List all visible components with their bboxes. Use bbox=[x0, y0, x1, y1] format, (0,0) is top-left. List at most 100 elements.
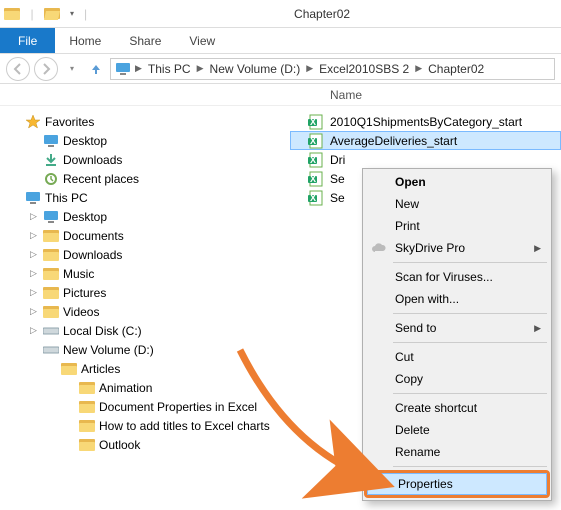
folder-icon bbox=[43, 266, 59, 282]
ctx-separator bbox=[393, 466, 547, 467]
nav-item-label: Pictures bbox=[63, 286, 106, 300]
expand-icon[interactable]: ▷ bbox=[28, 287, 39, 298]
nav-item-label: Recent places bbox=[63, 172, 139, 186]
computer-icon bbox=[25, 190, 41, 206]
ctx-scan[interactable]: Scan for Viruses... bbox=[365, 266, 549, 288]
ctx-separator bbox=[393, 342, 547, 343]
ctx-create-shortcut[interactable]: Create shortcut bbox=[365, 397, 549, 419]
ctx-label: SkyDrive Pro bbox=[395, 241, 465, 255]
ctx-properties[interactable]: Properties bbox=[367, 473, 547, 495]
file-label: Dri bbox=[330, 153, 345, 167]
title-bar: | ▾ | Chapter02 bbox=[0, 0, 561, 28]
annotation-highlight: Properties bbox=[364, 470, 550, 498]
nav-item-label: Articles bbox=[81, 362, 120, 376]
address-bar[interactable]: ▶ This PC ▶ New Volume (D:) ▶ Excel2010S… bbox=[110, 58, 555, 80]
nav-videos[interactable]: ▷Videos bbox=[28, 302, 282, 321]
tab-view[interactable]: View bbox=[175, 28, 229, 53]
drive-icon bbox=[43, 342, 59, 358]
nav-downloads[interactable]: Downloads bbox=[28, 150, 282, 169]
ctx-open[interactable]: Open bbox=[365, 171, 549, 193]
computer-icon bbox=[115, 62, 131, 76]
folder-icon bbox=[43, 247, 59, 263]
nav-music[interactable]: ▷Music bbox=[28, 264, 282, 283]
nav-item-label: Local Disk (C:) bbox=[63, 324, 142, 338]
chevron-right-icon[interactable]: ▶ bbox=[133, 63, 144, 74]
nav-documents[interactable]: ▷Documents bbox=[28, 226, 282, 245]
tab-share[interactable]: Share bbox=[115, 28, 175, 53]
file-item-selected[interactable]: X AverageDeliveries_start bbox=[290, 131, 561, 150]
nav-item-label: Outlook bbox=[99, 438, 140, 452]
forward-button[interactable] bbox=[34, 57, 58, 81]
file-item[interactable]: X Dri bbox=[290, 150, 561, 169]
breadcrumb-item[interactable]: New Volume (D:) bbox=[208, 62, 303, 76]
recent-locations-button[interactable]: ▾ bbox=[62, 59, 82, 79]
excel-file-icon: X bbox=[308, 152, 324, 168]
nav-folder-animation[interactable]: Animation bbox=[64, 378, 282, 397]
desktop-icon bbox=[43, 209, 59, 225]
favorites-root[interactable]: Favorites bbox=[10, 112, 282, 131]
nav-item-label: Downloads bbox=[63, 248, 122, 262]
ctx-delete[interactable]: Delete bbox=[365, 419, 549, 441]
nav-folder-doc-properties[interactable]: Document Properties in Excel bbox=[64, 397, 282, 416]
ctx-cut[interactable]: Cut bbox=[365, 346, 549, 368]
star-icon bbox=[25, 114, 41, 130]
svg-text:X: X bbox=[310, 155, 316, 165]
nav-desktop[interactable]: Desktop bbox=[28, 131, 282, 150]
expand-icon[interactable]: ▷ bbox=[28, 306, 39, 317]
column-name[interactable]: Name bbox=[324, 88, 362, 102]
svg-text:X: X bbox=[310, 136, 316, 146]
chevron-right-icon[interactable]: ▶ bbox=[304, 63, 315, 74]
nav-articles-folder[interactable]: Articles bbox=[46, 359, 282, 378]
folder-icon bbox=[79, 437, 95, 453]
svg-text:X: X bbox=[310, 174, 316, 184]
nav-folder-outlook[interactable]: Outlook bbox=[64, 435, 282, 454]
file-tab[interactable]: File bbox=[0, 28, 55, 53]
back-button[interactable] bbox=[6, 57, 30, 81]
folder-icon bbox=[79, 399, 95, 415]
chevron-right-icon[interactable]: ▶ bbox=[195, 63, 206, 74]
expand-icon[interactable]: ▷ bbox=[28, 268, 39, 279]
expand-icon[interactable]: ▷ bbox=[28, 325, 39, 336]
nav-folder-chart-titles[interactable]: How to add titles to Excel charts bbox=[64, 416, 282, 435]
breadcrumb-item[interactable]: This PC bbox=[146, 62, 193, 76]
nav-recent-places[interactable]: Recent places bbox=[28, 169, 282, 188]
ctx-send-to[interactable]: Send to ▶ bbox=[365, 317, 549, 339]
navigation-pane: Favorites Desktop Downloads Recent place… bbox=[0, 108, 290, 503]
expand-icon[interactable]: ▷ bbox=[28, 230, 39, 241]
breadcrumb-item[interactable]: Excel2010SBS 2 bbox=[317, 62, 411, 76]
ctx-open-with[interactable]: Open with... bbox=[365, 288, 549, 310]
ctx-copy[interactable]: Copy bbox=[365, 368, 549, 390]
expand-icon[interactable]: ▷ bbox=[28, 249, 39, 260]
excel-file-icon: X bbox=[308, 171, 324, 187]
ctx-label: New bbox=[395, 197, 419, 211]
chevron-right-icon[interactable]: ▶ bbox=[413, 63, 424, 74]
ctx-label: Delete bbox=[395, 423, 430, 437]
nav-pictures[interactable]: ▷ Pictures bbox=[28, 283, 282, 302]
nav-local-disk-c[interactable]: ▷ Local Disk (C:) bbox=[28, 321, 282, 340]
file-label: Se bbox=[330, 172, 345, 186]
ctx-separator bbox=[393, 393, 547, 394]
excel-file-icon: X bbox=[308, 190, 324, 206]
thispc-root[interactable]: This PC bbox=[10, 188, 282, 207]
ctx-label: Scan for Viruses... bbox=[395, 270, 493, 284]
nav-downloads[interactable]: ▷ Downloads bbox=[28, 245, 282, 264]
nav-item-label: Document Properties in Excel bbox=[99, 400, 257, 414]
ctx-label: Open with... bbox=[395, 292, 459, 306]
ctx-rename[interactable]: Rename bbox=[365, 441, 549, 463]
folder-icon bbox=[43, 228, 59, 244]
ctx-skydrive[interactable]: SkyDrive Pro ▶ bbox=[365, 237, 549, 259]
breadcrumb-item[interactable]: Chapter02 bbox=[426, 62, 486, 76]
nav-desktop[interactable]: ▷Desktop bbox=[28, 207, 282, 226]
qat-chevron-icon[interactable]: ▾ bbox=[64, 6, 80, 22]
folder-icon bbox=[43, 285, 59, 301]
file-item[interactable]: X 2010Q1ShipmentsByCategory_start bbox=[290, 112, 561, 131]
ctx-new[interactable]: New bbox=[365, 193, 549, 215]
up-button[interactable] bbox=[86, 59, 106, 79]
ctx-print[interactable]: Print bbox=[365, 215, 549, 237]
tab-home[interactable]: Home bbox=[55, 28, 115, 53]
folder-open-icon[interactable] bbox=[44, 6, 60, 22]
nav-new-volume-d[interactable]: New Volume (D:) bbox=[28, 340, 282, 359]
expand-icon[interactable]: ▷ bbox=[28, 211, 39, 222]
ctx-label: Print bbox=[395, 219, 420, 233]
desktop-icon bbox=[43, 133, 59, 149]
